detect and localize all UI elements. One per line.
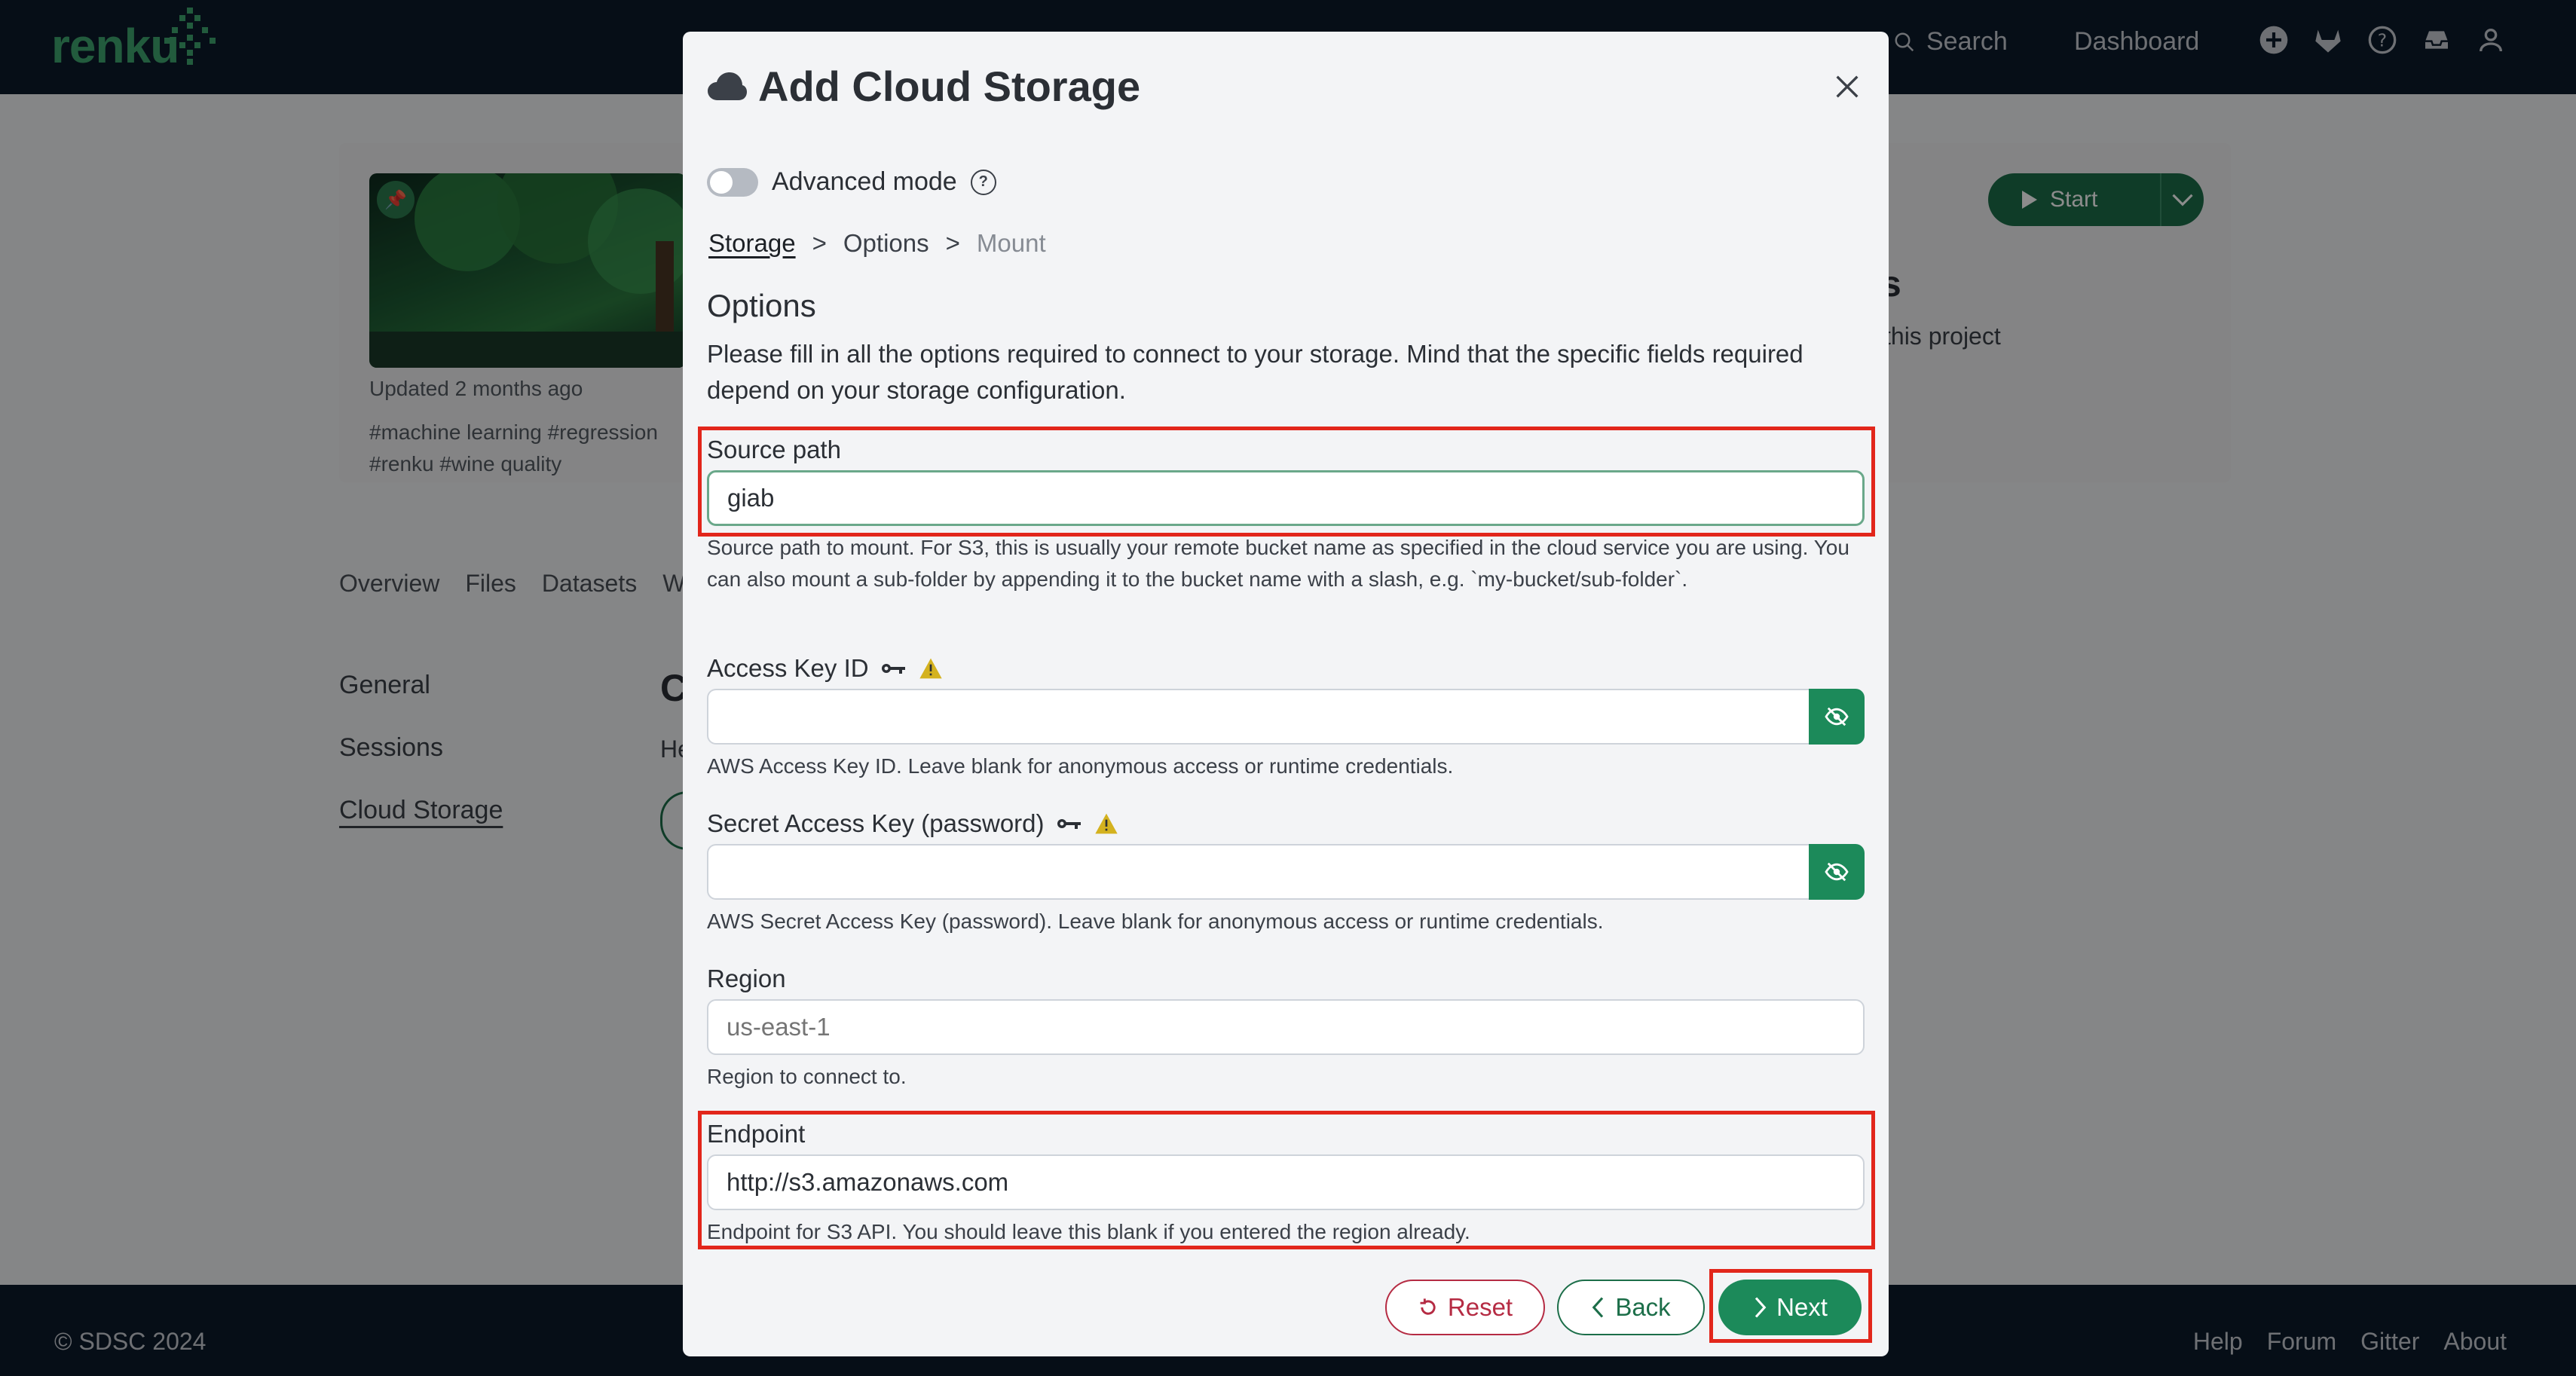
next-button[interactable]: Next (1718, 1280, 1862, 1335)
eye-slash-icon (1825, 707, 1849, 726)
source-path-label: Source path (707, 436, 841, 463)
chevron-left-icon (1592, 1297, 1604, 1318)
warning-icon (1094, 813, 1118, 834)
breadcrumb: Storage > Options > Mount (708, 229, 1046, 258)
endpoint-help: Endpoint for S3 API. You should leave th… (707, 1220, 1470, 1243)
access-key-id-input[interactable] (707, 689, 1809, 745)
breadcrumb-mount: Mount (976, 229, 1046, 257)
eye-slash-icon (1825, 862, 1849, 882)
source-path-help: Source path to mount. For S3, this is us… (707, 536, 1849, 591)
breadcrumb-separator: > (945, 229, 960, 257)
close-icon (1836, 75, 1859, 98)
key-icon (881, 664, 905, 674)
reset-icon (1420, 1298, 1436, 1315)
intro-text: Please fill in all the options required … (707, 340, 1804, 404)
endpoint-label: Endpoint (707, 1120, 806, 1148)
access-key-id-help: AWS Access Key ID. Leave blank for anony… (707, 754, 1454, 778)
secret-access-key-help: AWS Secret Access Key (password). Leave … (707, 910, 1604, 933)
breadcrumb-storage[interactable]: Storage (708, 229, 796, 258)
access-key-id-label: Access Key ID (707, 654, 943, 683)
advanced-mode-row: Advanced mode ? (707, 167, 996, 197)
access-key-id-group (707, 689, 1865, 745)
endpoint-input[interactable] (707, 1154, 1865, 1210)
region-help: Region to connect to. (707, 1065, 907, 1088)
chevron-right-icon (1755, 1297, 1767, 1318)
toggle-visibility-button[interactable] (1809, 844, 1865, 900)
breadcrumb-separator: > (812, 229, 827, 257)
close-button[interactable] (1828, 68, 1866, 105)
advanced-mode-label: Advanced mode (772, 167, 957, 196)
section-title: Options (707, 288, 816, 323)
region-label: Region (707, 965, 786, 992)
next-label: Next (1776, 1293, 1828, 1321)
source-path-input[interactable] (707, 470, 1865, 526)
back-label: Back (1615, 1293, 1671, 1321)
region-input[interactable] (707, 999, 1865, 1055)
reset-label: Reset (1447, 1293, 1513, 1321)
breadcrumb-options: Options (843, 229, 929, 257)
secret-access-key-input[interactable] (707, 844, 1809, 900)
modal-title-text: Add Cloud Storage (758, 63, 1141, 110)
add-cloud-storage-modal: Add Cloud Storage Advanced mode ? Storag… (683, 32, 1889, 1356)
modal-title: Add Cloud Storage (707, 62, 1140, 111)
question-circle-icon[interactable]: ? (970, 169, 996, 195)
key-icon (1057, 819, 1081, 829)
reset-button[interactable]: Reset (1385, 1280, 1545, 1335)
cloud-icon (708, 72, 747, 100)
back-button[interactable]: Back (1557, 1280, 1705, 1335)
toggle-visibility-button[interactable] (1809, 689, 1865, 745)
secret-access-key-group (707, 844, 1865, 900)
advanced-mode-toggle[interactable] (707, 167, 758, 197)
warning-icon (919, 658, 942, 679)
secret-access-key-label: Secret Access Key (password) (707, 809, 1118, 838)
